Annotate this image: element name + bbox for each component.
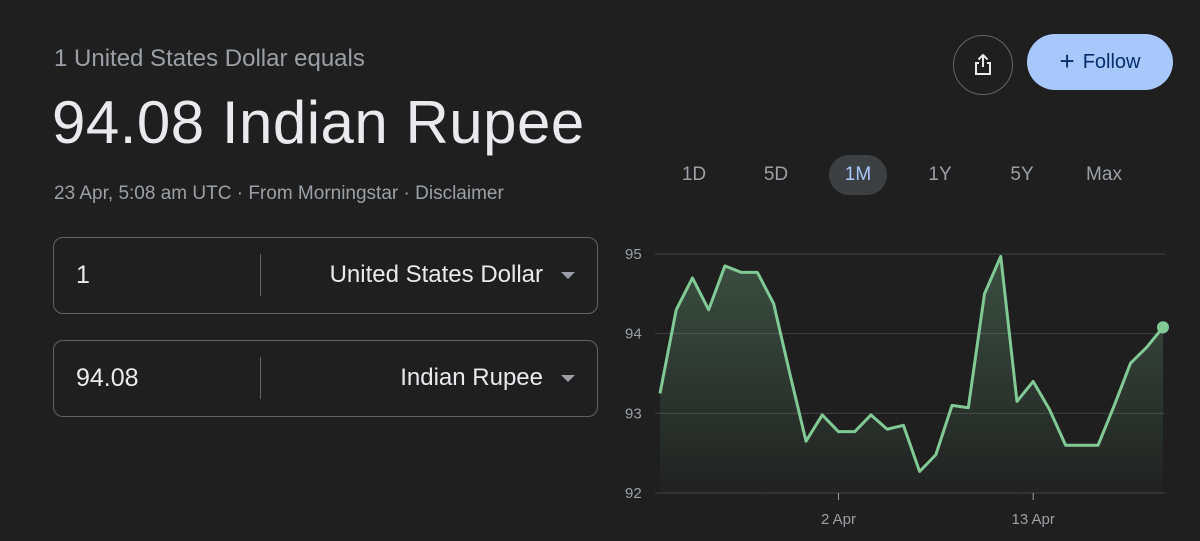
x-tick-label: 13 Apr <box>1012 511 1055 528</box>
x-tick-label: 2 Apr <box>821 511 856 528</box>
y-tick-label: 93 <box>625 405 642 422</box>
y-tick-label: 95 <box>625 246 642 263</box>
y-tick-label: 92 <box>625 485 642 502</box>
y-tick-label: 94 <box>625 326 642 343</box>
chart-area-fill <box>660 256 1163 493</box>
exchange-rate-chart[interactable]: 95 94 93 92 2 Apr 13 Apr <box>0 0 1200 541</box>
latest-point-marker <box>1157 321 1169 334</box>
